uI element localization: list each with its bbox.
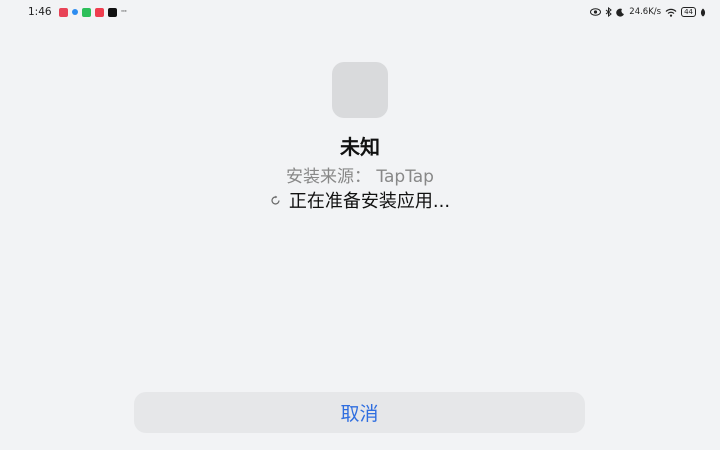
green-chat-icon xyxy=(81,7,91,17)
network-speed: 24.6K/s xyxy=(629,7,662,17)
loading-spinner-icon xyxy=(270,195,281,206)
app-icon-placeholder xyxy=(332,62,388,118)
red-app-icon xyxy=(58,7,68,17)
progress-text: 正在准备安装应用... xyxy=(288,191,451,212)
install-progress: 正在准备安装应用... xyxy=(0,187,720,213)
app-name: 未知 xyxy=(340,135,380,159)
install-source: 安装来源： TapTap xyxy=(286,167,434,187)
tiktok-icon xyxy=(107,7,117,17)
status-time: 1:46 xyxy=(28,6,52,18)
blue-dot-icon xyxy=(71,9,78,15)
status-left: 1:46 ··· xyxy=(28,6,128,18)
install-screen: 1:46 ··· 24.6K/s 44 未知 安装来源： TapTap 正在准备… xyxy=(0,0,720,450)
wifi-icon xyxy=(665,8,677,17)
battery-icon: 44 xyxy=(681,7,696,17)
bluetooth-icon xyxy=(605,7,613,17)
red-app-icon xyxy=(94,7,104,17)
more-notifications-icon: ··· xyxy=(120,7,128,17)
status-right: 24.6K/s 44 xyxy=(590,7,706,17)
cancel-button[interactable]: 取消 xyxy=(134,392,585,433)
leaf-icon xyxy=(700,8,706,17)
status-bar: 1:46 ··· 24.6K/s 44 xyxy=(0,0,720,24)
eye-icon xyxy=(590,8,602,16)
moon-icon xyxy=(616,8,625,17)
